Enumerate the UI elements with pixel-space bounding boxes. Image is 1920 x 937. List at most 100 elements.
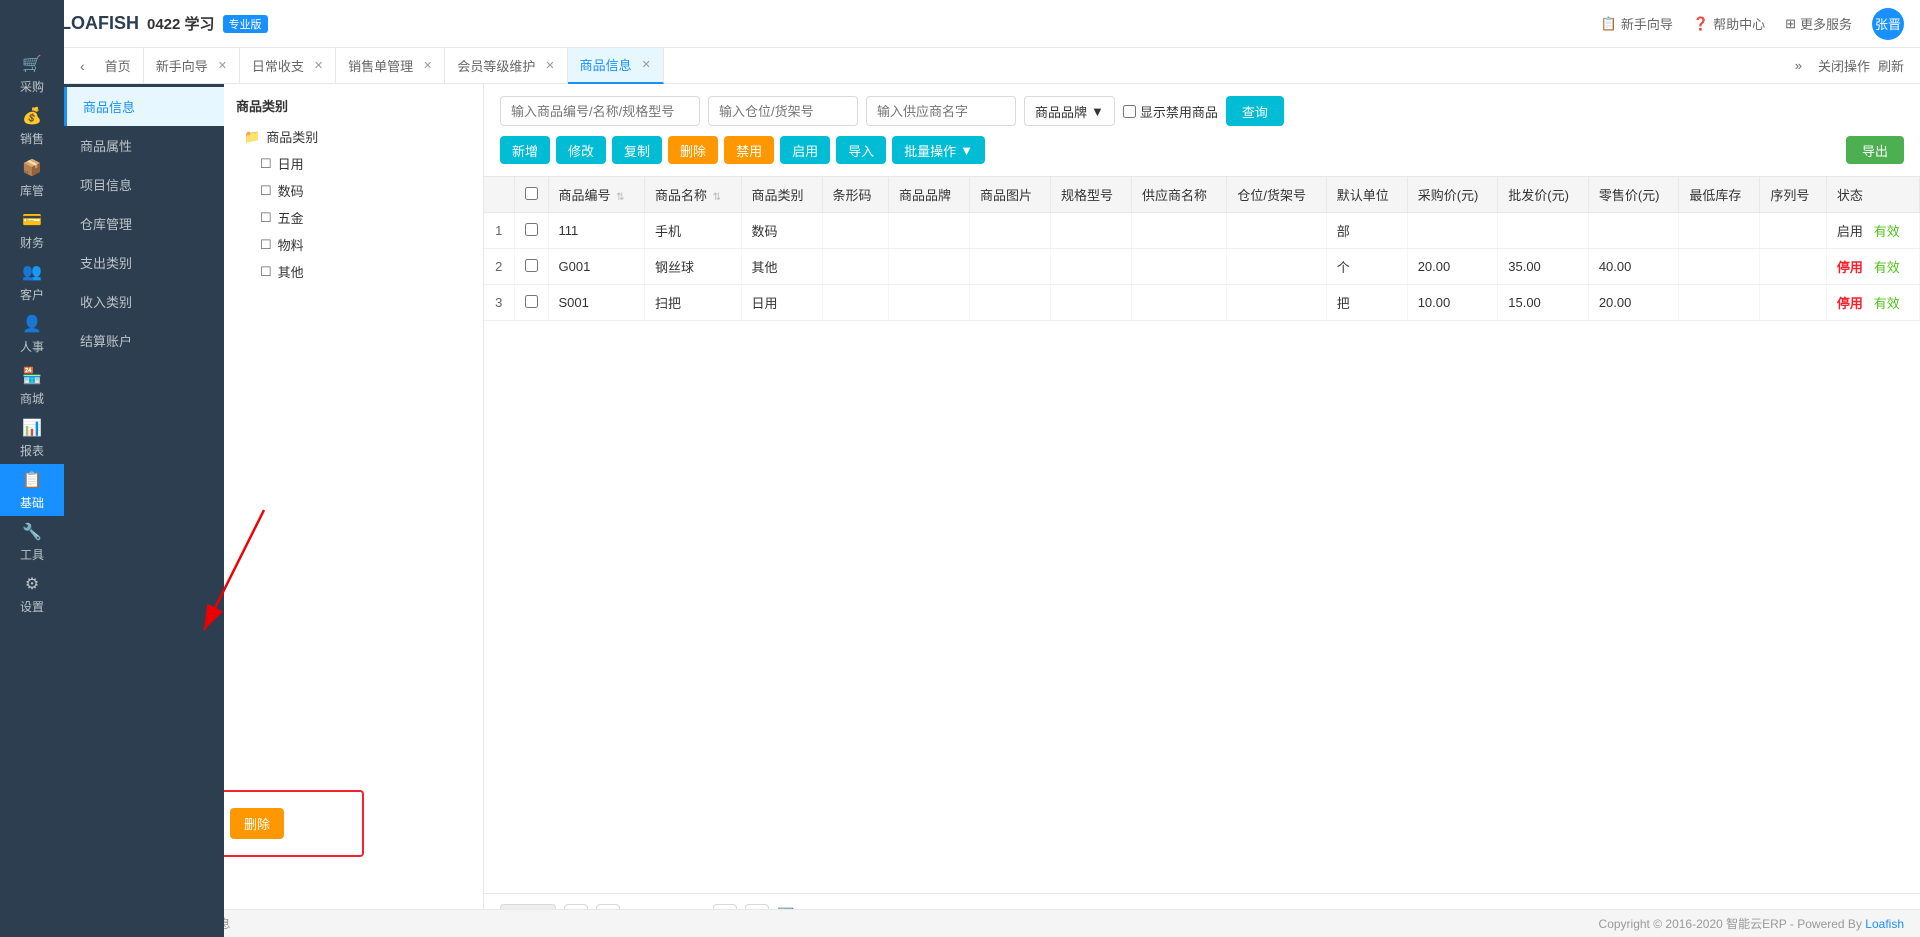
tab-close-member[interactable]: ✕ (545, 59, 554, 72)
help-center-btn[interactable]: ❓ 帮助中心 (1693, 14, 1765, 33)
tree-item-material[interactable]: ☐ 物料 (252, 231, 471, 258)
report-icon: 📊 (22, 418, 42, 438)
edit-button[interactable]: 修改 (556, 136, 606, 164)
row-checkbox[interactable] (525, 223, 538, 236)
cell-seq: 1 (484, 213, 514, 249)
cell-location (1227, 249, 1326, 285)
show-disabled-checkbox-label[interactable]: 显示禁用商品 (1123, 102, 1218, 121)
tab-close-goods[interactable]: ✕ (642, 58, 651, 71)
top-header: LOAFISH 0422 学习 专业版 📋 新手向导 ❓ 帮助中心 ⊞ 更多服务… (0, 0, 1920, 48)
import-button[interactable]: 导入 (836, 136, 886, 164)
tab-guide[interactable]: 新手向导 ✕ (144, 48, 240, 84)
tab-close-guide[interactable]: ✕ (218, 59, 227, 72)
customer-icon: 👥 (22, 262, 42, 282)
sidebar-item-sales[interactable]: 💰 销售 (0, 100, 64, 152)
tree-item-other[interactable]: ☐ 其他 (252, 258, 471, 285)
tree-item-hardware[interactable]: ☐ 五金 (252, 204, 471, 231)
menu-item-project[interactable]: 项目信息 (64, 165, 224, 204)
tab-home[interactable]: 首页 (93, 48, 144, 84)
footer-brand[interactable]: Loafish (1865, 917, 1904, 931)
export-button[interactable]: 导出 (1846, 136, 1904, 164)
col-spec: 规格型号 (1050, 177, 1131, 213)
table-row[interactable]: 1 111 手机 数码 部 启用 有效 (484, 213, 1920, 249)
tab-back-btn[interactable]: ‹ (72, 58, 93, 74)
chevron-down-icon: ▼ (960, 143, 973, 158)
cell-supplier (1131, 249, 1226, 285)
table-row[interactable]: 2 G001 钢丝球 其他 个 20.00 35.00 40.00 停用 有效 (484, 249, 1920, 285)
sidebar-item-customer[interactable]: 👥 客户 (0, 256, 64, 308)
cell-name: 手机 (645, 213, 742, 249)
tab-goods[interactable]: 商品信息 ✕ (568, 48, 664, 84)
anno-delete-button[interactable]: 删除 (230, 808, 284, 839)
cell-status: 启用 有效 (1826, 213, 1919, 249)
menu-item-goods[interactable]: 商品信息 (64, 87, 224, 126)
tab-member[interactable]: 会员等级维护 ✕ (445, 48, 567, 84)
cell-checkbox[interactable] (514, 213, 548, 249)
show-disabled-checkbox[interactable] (1123, 105, 1136, 118)
tab-bar: ‹ 首页 新手向导 ✕ 日常收支 ✕ 销售单管理 ✕ 会员等级维护 ✕ 商品信息… (64, 48, 1920, 84)
row-checkbox[interactable] (525, 295, 538, 308)
sidebar-item-basic[interactable]: 📋 基础 (0, 464, 64, 516)
copy-button[interactable]: 复制 (612, 136, 662, 164)
cell-name: 扫把 (645, 285, 742, 321)
cell-barcode (822, 213, 889, 249)
menu-item-expense-cat[interactable]: 支出类别 (64, 243, 224, 282)
close-ops-btn[interactable]: 关闭操作 (1818, 56, 1870, 75)
table-row[interactable]: 3 S001 扫把 日用 把 10.00 15.00 20.00 停用 有效 (484, 285, 1920, 321)
sidebar-item-label: 设置 (20, 598, 44, 615)
new-guide-btn[interactable]: 📋 新手向导 (1601, 14, 1673, 33)
tab-actions: 关闭操作 刷新 (1810, 56, 1912, 75)
menu-item-account[interactable]: 结算账户 (64, 321, 224, 360)
cell-retail-price (1588, 213, 1679, 249)
menu-item-warehouse[interactable]: 仓库管理 (64, 204, 224, 243)
finance-icon: 💳 (22, 210, 42, 230)
query-button[interactable]: 查询 (1226, 96, 1284, 126)
sidebar-item-setting[interactable]: ⚙ 设置 (0, 568, 64, 620)
col-seq-no: 序列号 (1760, 177, 1827, 213)
cell-checkbox[interactable] (514, 249, 548, 285)
user-menu[interactable]: 张晋 (1872, 8, 1904, 40)
sidebar-item-tool[interactable]: 🔧 工具 (0, 516, 64, 568)
sidebar-item-report[interactable]: 📊 报表 (0, 412, 64, 464)
add-button[interactable]: 新增 (500, 136, 550, 164)
tab-income[interactable]: 日常收支 ✕ (240, 48, 336, 84)
tab-sales[interactable]: 销售单管理 ✕ (336, 48, 445, 84)
sidebar-item-hr[interactable]: 👤 人事 (0, 308, 64, 360)
cell-unit: 个 (1326, 249, 1407, 285)
sidebar-item-purchase[interactable]: 🛒 采购 (0, 48, 64, 100)
cell-checkbox[interactable] (514, 285, 548, 321)
cell-purchase-price: 20.00 (1407, 249, 1498, 285)
status-valid: 有效 (1874, 296, 1900, 311)
supplier-search-input[interactable] (866, 96, 1016, 126)
col-checkbox (514, 177, 548, 213)
cell-wholesale-price (1498, 213, 1589, 249)
app-title: 0422 学习 (147, 13, 215, 34)
tree-children: ☐ 日用 ☐ 数码 ☐ 五金 ☐ 物料 ☐ 其他 (236, 150, 471, 285)
sidebar-item-label: 库管 (20, 182, 44, 199)
refresh-btn[interactable]: 刷新 (1878, 56, 1904, 75)
goods-search-input[interactable] (500, 96, 700, 126)
menu-item-income-cat[interactable]: 收入类别 (64, 282, 224, 321)
disable-button[interactable]: 禁用 (724, 136, 774, 164)
tab-close-income[interactable]: ✕ (314, 59, 323, 72)
tree-item-daily[interactable]: ☐ 日用 (252, 150, 471, 177)
sidebar-item-label: 客户 (20, 286, 44, 303)
tree-item-digital[interactable]: ☐ 数码 (252, 177, 471, 204)
more-services-btn[interactable]: ⊞ 更多服务 (1785, 14, 1852, 33)
warehouse-search-input[interactable] (708, 96, 858, 126)
tree-root[interactable]: 📁 商品类别 (236, 123, 471, 150)
goods-table: 商品编号 ⇅ 商品名称 ⇅ 商品类别 条形码 商品品牌 商品图片 规格型号 供应… (484, 177, 1920, 321)
menu-item-goods-attr[interactable]: 商品属性 (64, 126, 224, 165)
brand-select[interactable]: 商品品牌 ▼ (1024, 96, 1115, 126)
tab-more-btn[interactable]: » (1787, 58, 1810, 73)
tab-close-sales[interactable]: ✕ (423, 59, 432, 72)
select-all-checkbox[interactable] (525, 187, 538, 200)
sidebar-item-finance[interactable]: 💳 财务 (0, 204, 64, 256)
row-checkbox[interactable] (525, 259, 538, 272)
delete-button[interactable]: 删除 (668, 136, 718, 164)
batch-button[interactable]: 批量操作 ▼ (892, 136, 985, 164)
enable-button[interactable]: 启用 (780, 136, 830, 164)
sidebar-item-shop[interactable]: 🏪 商城 (0, 360, 64, 412)
sidebar-item-inventory[interactable]: 📦 库管 (0, 152, 64, 204)
status-enabled: 启用 (1837, 224, 1863, 239)
